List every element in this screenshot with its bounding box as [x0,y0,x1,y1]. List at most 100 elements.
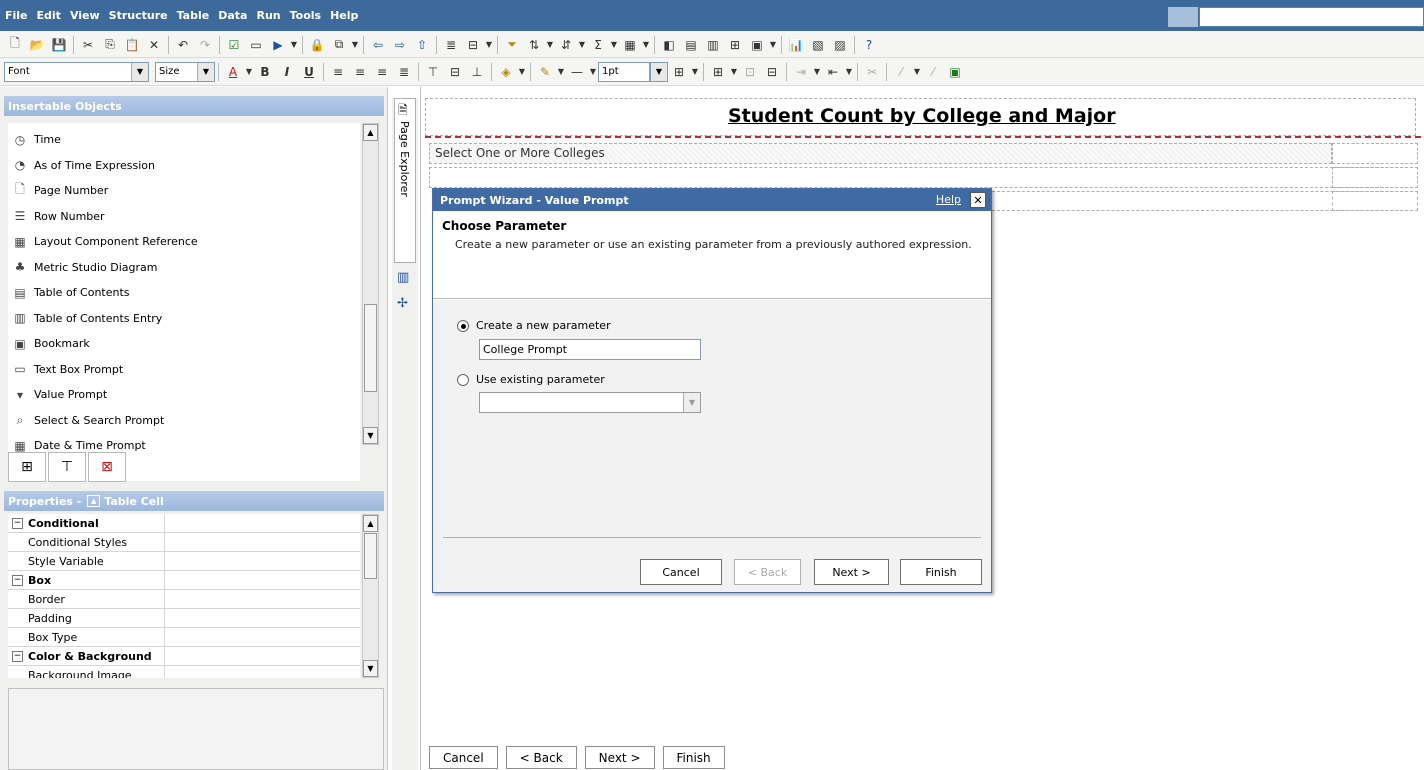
copy-page-dropdown-icon[interactable]: ▼ [350,40,360,49]
paste-icon[interactable]: 📋 [121,34,143,55]
group-dropdown-icon[interactable]: ▼ [484,40,494,49]
help-link[interactable]: Help [936,193,961,206]
border-style-icon[interactable]: — [566,61,588,82]
chevron-down-icon[interactable]: ▼ [683,393,700,412]
indent-dropdown-icon[interactable]: ▼ [812,67,822,76]
page-layout-icon[interactable]: ▣ [746,34,768,55]
redo-icon[interactable]: ↷ [194,34,216,55]
property-value-cell[interactable] [165,552,360,570]
property-row[interactable]: Style Variable [8,552,360,571]
underline-icon[interactable]: U [298,61,320,82]
chart-type-icon[interactable]: ▦ [619,34,641,55]
list-item[interactable]: 🗋 Page Number [8,178,360,204]
menu-item-tools[interactable]: Tools [290,9,321,22]
sort-dropdown-icon[interactable]: ▼ [545,40,555,49]
italic-icon[interactable]: I [276,61,298,82]
collapse-icon[interactable]: − [12,574,23,586]
new-icon[interactable]: 🗋 [4,34,26,55]
align-top-icon[interactable]: ⊤ [422,61,444,82]
page-explorer-tab[interactable]: 🗎 Page Explorer [394,98,416,263]
cancel-button[interactable]: Cancel [429,746,498,769]
crosstab-icon[interactable]: ▤ [680,34,702,55]
align-middle-icon[interactable]: ⊟ [444,61,466,82]
undo-icon[interactable]: ↶ [172,34,194,55]
query-explorer-icon[interactable]: ▥ [397,270,409,285]
condition-explorer-icon[interactable]: ✢ [397,296,408,311]
radio-selected-icon[interactable] [457,319,469,332]
align-center-icon[interactable]: ≡ [349,61,371,82]
summarize-icon[interactable]: Σ [587,34,609,55]
outdent-icon[interactable]: ⇤ [822,61,844,82]
table-cell[interactable] [1332,143,1418,164]
report-title[interactable]: Student Count by College and Major [728,105,1116,127]
border-color-icon[interactable]: ✎ [534,61,556,82]
run-dropdown-icon[interactable]: ▼ [289,40,299,49]
property-row[interactable]: Background Image [8,666,360,678]
list-item[interactable]: ▤ Table of Contents [8,280,360,306]
property-row[interactable]: Box Type [8,628,360,647]
property-value-cell[interactable] [165,609,360,627]
back-arrow-icon[interactable]: ⇦ [367,34,389,55]
font-color-dropdown-icon[interactable]: ▼ [244,67,254,76]
scroll-down-icon[interactable]: ▼ [363,660,378,677]
justify-icon[interactable]: ≣ [393,61,415,82]
menu-item-structure[interactable]: Structure [109,9,168,22]
close-icon[interactable]: ✕ [970,192,986,208]
menu-item-help[interactable]: Help [330,9,358,22]
save-icon[interactable]: 💾 [48,34,70,55]
sort-icon[interactable]: ⇅ [523,34,545,55]
copy-page-icon[interactable]: ⧉ [328,34,350,55]
group-icon[interactable]: ⊟ [462,34,484,55]
finish-button[interactable]: Finish [662,746,725,769]
sort-descending-icon[interactable]: ⇵ [555,34,577,55]
pick-style-icon[interactable]: ⁄ [890,61,912,82]
query-icon[interactable]: ▧ [807,34,829,55]
list-item[interactable]: ◔ As of Time Expression [8,153,360,179]
align-bottom-icon[interactable]: ⊥ [466,61,488,82]
select-ancestor-icon[interactable]: ▲ [87,495,101,507]
table-cell[interactable] [1332,167,1418,188]
list-icon[interactable]: ≣ [440,34,462,55]
borders-dropdown-icon[interactable]: ▼ [690,67,700,76]
list-item[interactable]: ▦ Layout Component Reference [8,229,360,255]
tab-data-items-icon[interactable]: ⊤ [48,452,86,482]
border-style-dropdown-icon[interactable]: ▼ [588,67,598,76]
property-group-row[interactable]: − Color & Background [8,647,360,666]
merge-cells-icon[interactable]: ⊡ [739,61,761,82]
menu-item-table[interactable]: Table [177,9,210,22]
background-color-dropdown-icon[interactable]: ▼ [517,67,527,76]
chart-type-dropdown-icon[interactable]: ▼ [641,40,651,49]
property-value-cell[interactable] [165,514,360,532]
split-cells-icon[interactable]: ⊟ [761,61,783,82]
list-item[interactable]: ♣ Metric Studio Diagram [8,255,360,281]
menu-item-edit[interactable]: Edit [37,9,61,22]
prompt-label[interactable]: Select One or More Colleges [435,146,605,160]
property-value-cell[interactable] [165,590,360,608]
align-left-icon[interactable]: ≡ [327,61,349,82]
border-color-dropdown-icon[interactable]: ▼ [556,67,566,76]
property-row[interactable]: Border [8,590,360,609]
property-row[interactable]: Conditional Styles [8,533,360,552]
menu-item-view[interactable]: View [70,9,100,22]
scroll-up-icon[interactable]: ▲ [363,515,378,532]
validate-icon[interactable]: ☑ [223,34,245,55]
menu-item-run[interactable]: Run [256,9,280,22]
background-color-icon[interactable]: ◈ [495,61,517,82]
list-item[interactable]: ◷ Time [8,127,360,153]
line-width-dropdown[interactable]: ▼ [650,61,668,82]
back-button[interactable]: < Back [505,746,577,769]
indent-icon[interactable]: ⇥ [790,61,812,82]
collapse-icon[interactable]: − [12,517,23,529]
scroll-down-icon[interactable]: ▼ [363,427,378,444]
pivot-icon[interactable]: ⊞ [724,34,746,55]
next-button[interactable]: Next > [584,746,655,769]
create-new-parameter-option[interactable]: Create a new parameter [457,319,611,332]
radio-unselected-icon[interactable] [457,373,469,386]
outdent-dropdown-icon[interactable]: ▼ [844,67,854,76]
menu-item-file[interactable]: File [5,9,28,22]
clear-format-icon[interactable]: ✂ [861,61,883,82]
help-icon[interactable]: ? [858,34,880,55]
conditional-style-icon[interactable]: ▣ [944,61,966,82]
dialog-finish-button[interactable]: Finish [900,559,982,585]
use-existing-parameter-option[interactable]: Use existing parameter [457,373,605,386]
